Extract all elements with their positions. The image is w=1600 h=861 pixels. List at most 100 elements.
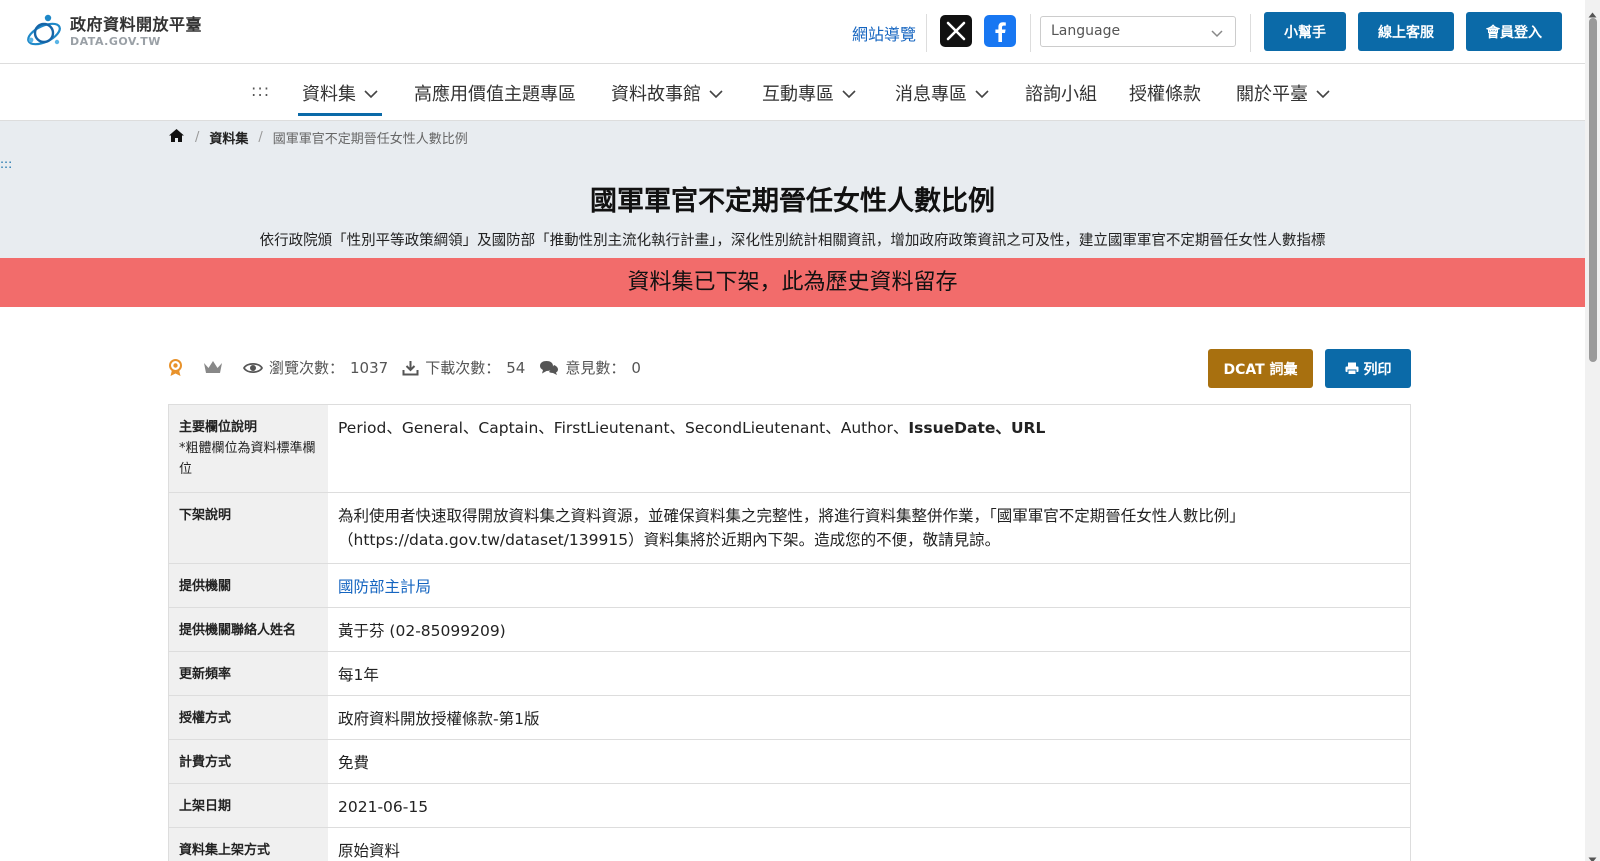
logo-icon	[24, 12, 64, 50]
chevron-down-icon	[709, 83, 723, 104]
chevron-down-icon	[364, 83, 378, 104]
nav-item-license[interactable]: 授權條款	[1129, 80, 1201, 106]
nav-item-news[interactable]: 消息專區	[895, 80, 989, 106]
nav-item-about[interactable]: 關於平臺	[1236, 80, 1330, 106]
nav-item-high-value[interactable]: 高應用價值主題專區	[414, 80, 576, 106]
x-twitter-icon[interactable]	[940, 15, 972, 47]
nav-item-label: 互動專區	[762, 84, 834, 105]
table-row: 資料集上架方式 原始資料	[169, 828, 1410, 861]
row-label: 資料集上架方式	[169, 828, 328, 861]
helper-button[interactable]: 小幫手	[1264, 12, 1346, 51]
fields-standard: URL	[1010, 419, 1046, 437]
dataset-stats: 瀏覽次數： 1037 下載次數： 54 意見數： 0	[168, 357, 641, 378]
main-nav: ::: 資料集 高應用價值主題專區 資料故事館 互動專區 消息專區 諮詢小組 授…	[0, 65, 1585, 121]
nav-item-stories[interactable]: 資料故事館	[611, 80, 723, 106]
fields-value: Period、General、Captain、FirstLieutenant、S…	[328, 405, 1410, 492]
site-logo[interactable]: 政府資料開放平臺 DATA.GOV.TW	[24, 12, 202, 50]
fields-plain: Period、General、Captain、FirstLieutenant、S…	[338, 419, 909, 437]
row-label: 上架日期	[169, 784, 328, 827]
breadcrumb-current: 國軍軍官不定期晉任女性人數比例	[272, 132, 468, 147]
row-label: 提供機關	[169, 564, 328, 607]
dataset-description: 依行政院頒「性別平等政策綱領」及國防部「推動性別主流化執行計畫」，深化性別統計相…	[259, 233, 1326, 249]
table-row: 下架說明 為利使用者快速取得開放資料集之資料資源，並確保資料集之完整性，將進行資…	[169, 493, 1410, 564]
table-row: 提供機關聯絡人姓名 黃于芬 (02-85099209)	[169, 608, 1410, 652]
fields-label: 主要欄位說明	[179, 420, 258, 435]
logo-subtitle: DATA.GOV.TW	[70, 34, 161, 48]
sitemap-link[interactable]: 網站導覽	[852, 21, 916, 45]
site-header: 政府資料開放平臺 DATA.GOV.TW 網站導覽 Language 小幫手 線…	[0, 0, 1585, 64]
nav-item-label: 資料集	[302, 84, 356, 105]
table-row: 上架日期 2021-06-15	[169, 784, 1410, 828]
nav-item-label: 高應用價值主題專區	[414, 84, 576, 105]
row-value: 免費	[338, 754, 370, 772]
table-row: 計費方式 免費	[169, 740, 1410, 784]
row-value: 原始資料	[338, 842, 401, 860]
nav-accesskey[interactable]: :::	[251, 81, 270, 100]
printer-icon	[1345, 362, 1359, 375]
row-label: 更新頻率	[169, 652, 328, 695]
downloads-label: 下載次數：	[425, 359, 501, 377]
agency-link[interactable]: 國防部主計局	[338, 578, 431, 596]
table-row: 授權方式 政府資料開放授權條款-第1版	[169, 696, 1410, 740]
print-button[interactable]: 列印	[1325, 349, 1411, 388]
nav-item-advisory[interactable]: 諮詢小組	[1025, 80, 1097, 106]
eye-icon	[243, 361, 263, 375]
dcat-button[interactable]: DCAT 詞彙	[1208, 349, 1313, 388]
chevron-down-icon	[1211, 26, 1223, 42]
content-accesskey[interactable]: :::	[0, 157, 12, 171]
row-label: 提供機關聯絡人姓名	[169, 608, 328, 651]
nav-item-interactive[interactable]: 互動專區	[762, 80, 856, 106]
logo-title: 政府資料開放平臺	[70, 14, 203, 34]
home-icon[interactable]	[168, 128, 185, 147]
page-title: 國軍軍官不定期晉任女性人數比例	[590, 186, 995, 217]
row-label: 主要欄位說明 *粗體欄位為資料標準欄位	[169, 405, 328, 492]
chevron-down-icon	[1316, 83, 1330, 104]
language-select[interactable]: Language	[1040, 16, 1236, 47]
language-select-value: Language	[1051, 23, 1121, 39]
row-value: 國防部主計局	[328, 564, 1410, 607]
comments-label: 意見數：	[565, 359, 626, 377]
nav-item-label: 資料故事館	[611, 84, 701, 105]
row-label: 計費方式	[169, 740, 328, 783]
chevron-down-icon	[975, 83, 989, 104]
nav-item-label: 關於平臺	[1236, 84, 1308, 105]
download-icon	[402, 360, 419, 376]
crown-icon	[203, 360, 223, 375]
print-label: 列印	[1363, 361, 1392, 378]
member-login-button[interactable]: 會員登入	[1466, 12, 1562, 51]
award-badge-icon	[168, 358, 183, 377]
views-label: 瀏覽次數：	[269, 359, 345, 377]
fields-separator: 、	[995, 419, 1011, 437]
nav-item-label: 諮詢小組	[1025, 84, 1097, 105]
table-row: 更新頻率 每1年	[169, 652, 1410, 696]
breadcrumb-separator: /	[258, 130, 263, 145]
divider	[1250, 14, 1251, 52]
views-count: 1037	[350, 358, 389, 377]
row-label: 下架說明	[169, 493, 328, 563]
downloads-count: 54	[506, 358, 526, 377]
table-row: 提供機關 國防部主計局	[169, 564, 1410, 608]
scroll-down-arrow-icon[interactable]	[1588, 848, 1597, 861]
fields-note: *粗體欄位為資料標準欄位	[179, 441, 316, 477]
row-value: 政府資料開放授權條款-第1版	[338, 710, 540, 728]
table-row: 主要欄位說明 *粗體欄位為資料標準欄位 Period、General、Capta…	[169, 405, 1410, 493]
scrollbar-thumb[interactable]	[1589, 18, 1597, 362]
breadcrumb-separator: /	[195, 130, 200, 145]
divider	[926, 14, 927, 52]
comments-count: 0	[631, 358, 641, 377]
row-value: 2021-06-15	[338, 798, 429, 816]
nav-item-datasets[interactable]: 資料集	[302, 80, 378, 106]
row-label: 授權方式	[169, 696, 328, 739]
nav-item-label: 授權條款	[1129, 84, 1201, 105]
comments-icon	[539, 360, 559, 376]
row-value: 黃于芬 (02-85099209)	[338, 622, 506, 640]
chevron-down-icon	[842, 83, 856, 104]
page-scrollbar[interactable]	[1585, 0, 1600, 861]
breadcrumb-datasets[interactable]: 資料集	[209, 128, 248, 147]
divider	[1030, 14, 1031, 52]
row-value: 每1年	[338, 666, 379, 684]
facebook-icon[interactable]	[984, 15, 1016, 47]
page: 政府資料開放平臺 DATA.GOV.TW 網站導覽 Language 小幫手 線…	[0, 0, 1600, 861]
online-service-button[interactable]: 線上客服	[1358, 12, 1454, 51]
nav-item-label: 消息專區	[895, 84, 967, 105]
